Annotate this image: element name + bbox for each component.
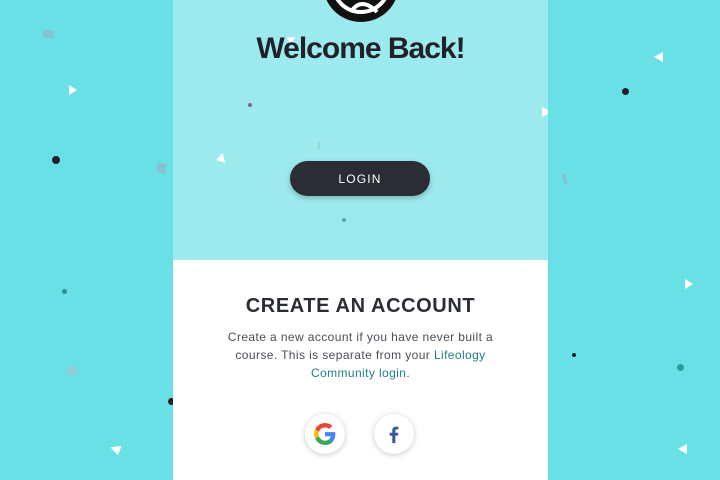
confetti-dot xyxy=(677,364,684,371)
page-background: Welcome Back! LOGIN CREATE AN ACCOUNT Cr… xyxy=(0,0,720,480)
login-card: Welcome Back! LOGIN CREATE AN ACCOUNT Cr… xyxy=(173,0,548,480)
confetti-dot xyxy=(52,156,60,164)
welcome-heading: Welcome Back! xyxy=(256,32,465,65)
globe-logo-icon xyxy=(323,0,399,22)
confetti-triangle xyxy=(685,279,693,289)
signup-panel: CREATE AN ACCOUNT Create a new account i… xyxy=(173,260,548,480)
create-account-heading: CREATE AN ACCOUNT xyxy=(245,295,476,317)
description-end: . xyxy=(406,366,411,380)
confetti-dot xyxy=(62,289,67,294)
confetti-square xyxy=(561,173,568,185)
confetti-square xyxy=(156,162,167,174)
confetti-triangle xyxy=(654,52,663,62)
google-signup-button[interactable] xyxy=(305,414,345,454)
confetti-triangle xyxy=(108,442,122,456)
confetti-dot xyxy=(572,353,576,357)
confetti-triangle xyxy=(678,444,687,454)
confetti-square xyxy=(42,28,55,40)
confetti-dot xyxy=(622,88,629,95)
login-button[interactable]: LOGIN xyxy=(290,161,430,196)
confetti-triangle xyxy=(69,85,77,95)
confetti-square xyxy=(317,141,321,150)
google-icon xyxy=(314,423,336,445)
confetti-square xyxy=(66,366,78,376)
login-panel: Welcome Back! LOGIN xyxy=(173,0,548,260)
confetti-triangle xyxy=(542,107,548,117)
facebook-icon xyxy=(389,426,399,444)
confetti-dot xyxy=(248,103,252,107)
facebook-signup-button[interactable] xyxy=(374,414,414,454)
confetti-dot xyxy=(342,218,346,222)
create-account-description: Create a new account if you have never b… xyxy=(223,328,498,382)
confetti-triangle xyxy=(214,153,226,165)
